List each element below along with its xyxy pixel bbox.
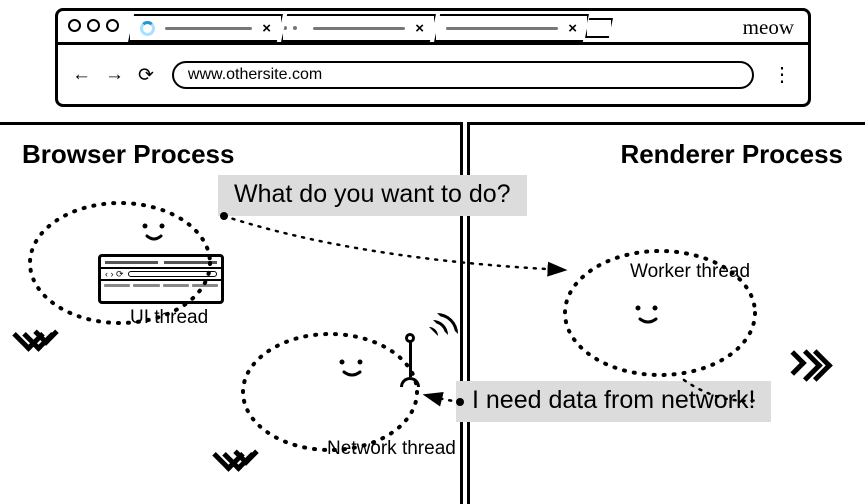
close-icon[interactable] [68,19,81,32]
ui-thread-label: UI thread [130,307,208,329]
browser-brand: meow [743,15,794,40]
browser-process-title: Browser Process [22,139,438,170]
loading-spinner-icon [140,21,155,36]
speech-bubble-question: What do you want to do? [218,175,527,216]
minimize-icon[interactable] [87,19,100,32]
reload-button[interactable]: ⟳ [138,64,154,87]
new-tab-button[interactable] [585,18,613,38]
browser-window: × × × meow ← → ⟳ [55,8,811,107]
network-thread-label: Network thread [327,438,456,460]
tab-3[interactable]: × [434,14,589,42]
maximize-icon[interactable] [106,19,119,32]
tab-close-icon[interactable]: × [262,20,271,37]
tab-title [313,27,405,30]
tab-title [165,27,252,30]
network-thread-icon [400,335,420,387]
tab-2[interactable]: × [281,14,436,42]
tab-close-icon[interactable]: × [415,20,424,37]
tab-1[interactable]: × [128,14,283,42]
tab-title [446,27,558,30]
worker-thread-label: Worker thread [630,261,750,283]
tab-close-icon[interactable]: × [568,20,577,37]
address-bar[interactable]: www.othersite.com [172,61,754,89]
speech-bubble-answer: I need data from network! [456,381,771,422]
back-button[interactable]: ← [72,64,91,86]
url-text: www.othersite.com [188,66,322,84]
forward-button[interactable]: → [105,64,124,86]
window-controls[interactable] [68,19,119,32]
renderer-process-box: Renderer Process [467,122,865,504]
renderer-process-title: Renderer Process [492,139,843,170]
menu-button[interactable]: ⋮ [772,72,794,78]
ui-thread-icon: ‹ › ⟳ [98,254,224,304]
tab-strip: × × × meow [58,11,808,45]
